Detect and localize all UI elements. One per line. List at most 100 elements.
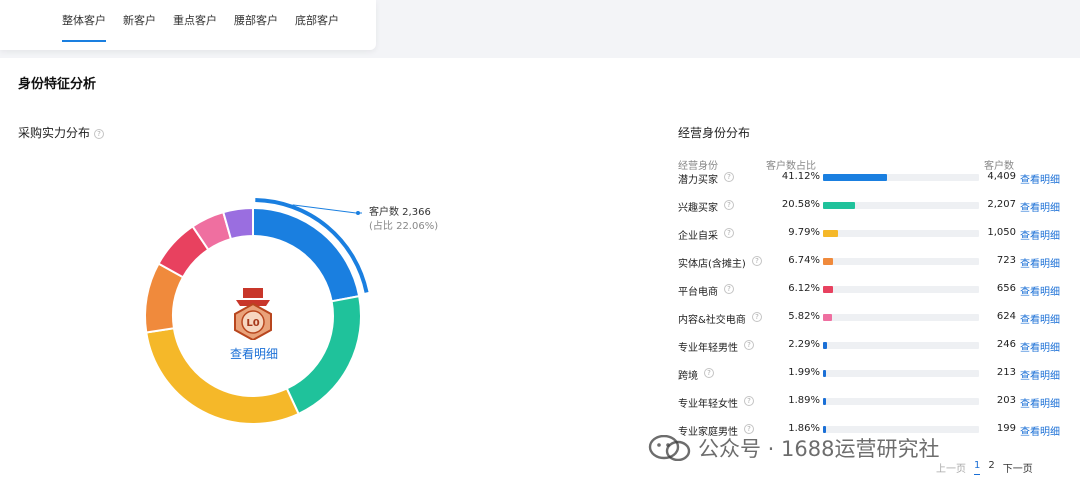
row-count: 4,409 <box>987 171 1016 182</box>
table-row: 内容&社交电商 5.82% 624 查看明细? <box>678 311 1073 339</box>
row-share: 6.12% <box>788 283 820 294</box>
row-share-fill <box>823 230 839 237</box>
help-icon[interactable]: ? <box>724 284 734 294</box>
row-detail-link[interactable]: 查看明细 <box>1020 423 1060 438</box>
help-icon[interactable]: ? <box>752 312 762 322</box>
pagination: 上一页 1 2 下一页 <box>936 460 1033 475</box>
row-count: 2,207 <box>987 199 1016 210</box>
header-share: 客户数占比 <box>766 161 816 172</box>
row-detail-link[interactable]: 查看明细 <box>1020 367 1060 382</box>
table-body: 潜力买家 41.12% 4,409 查看明细? 兴趣买家 20.58% 2,207 查看明细?… <box>678 171 1073 451</box>
identity-table: 经营身份 客户数占比 客户数 潜力买家 41.12% 4,409 查看明细? 兴趣买家 2… <box>678 157 1073 451</box>
tab-list: 整体客户 新客户 重点客户 腰部客户 底部客户 <box>0 0 376 50</box>
row-count: 203 <box>996 395 1016 406</box>
row-share: 1.89% <box>788 395 820 406</box>
row-share-fill <box>823 398 826 405</box>
row-detail-link[interactable]: 查看明细 <box>1020 311 1060 326</box>
watermark: 公众号 · 1688运营研究社 <box>648 433 939 463</box>
help-icon[interactable]: ? <box>724 172 734 182</box>
help-icon[interactable]: ? <box>704 368 714 378</box>
row-share-fill <box>823 286 833 293</box>
row-detail-link[interactable]: 查看明细 <box>1020 199 1060 214</box>
row-count: 199 <box>996 423 1016 434</box>
callout-count: 客户数 2,366 <box>369 207 431 218</box>
table-header: 经营身份 客户数占比 客户数 <box>678 157 1073 172</box>
level-medal-icon: L0 <box>234 288 272 340</box>
help-icon[interactable]: ? <box>724 228 734 238</box>
row-share-bar <box>823 258 979 265</box>
row-detail-link[interactable]: 查看明细 <box>1020 395 1060 410</box>
page-1-button[interactable]: 1 <box>974 460 981 475</box>
row-count: 723 <box>996 255 1016 266</box>
row-share: 9.79% <box>788 227 820 238</box>
purchase-power-donut[interactable] <box>0 58 560 494</box>
row-share-bar <box>823 342 979 349</box>
row-detail-link[interactable]: 查看明细 <box>1020 227 1060 242</box>
customer-tab-bar: 整体客户 新客户 重点客户 腰部客户 底部客户 <box>0 0 376 50</box>
donut-slice-1 <box>285 294 362 416</box>
row-share: 1.99% <box>788 367 820 378</box>
identity-panel: 身份特征分析 采购实力分布? 客户数 2,366 (占比 22.06%) L0 … <box>0 58 1080 494</box>
tab-0[interactable]: 整体客户 <box>62 0 106 50</box>
row-share-bar <box>823 174 979 181</box>
row-share-bar <box>823 370 979 377</box>
business-identity-title: 经营身份分布 <box>678 126 751 140</box>
table-row: 专业年轻女性 1.89% 203 查看明细? <box>678 395 1073 423</box>
row-detail-link[interactable]: 查看明细 <box>1020 171 1060 186</box>
row-share-fill <box>823 258 834 265</box>
row-identity: 专业年轻男性 <box>678 343 738 354</box>
row-share-bar <box>823 426 979 433</box>
row-identity: 兴趣买家 <box>678 203 718 214</box>
help-icon[interactable]: ? <box>744 340 754 350</box>
row-share-fill <box>823 174 887 181</box>
row-detail-link[interactable]: 查看明细 <box>1020 255 1060 270</box>
next-page-button[interactable]: 下一页 <box>1003 460 1033 475</box>
center-detail-link[interactable]: 查看明细 <box>211 345 297 362</box>
table-row: 潜力买家 41.12% 4,409 查看明细? <box>678 171 1073 199</box>
help-icon[interactable]: ? <box>744 396 754 406</box>
row-count: 1,050 <box>987 227 1016 238</box>
row-detail-link[interactable]: 查看明细 <box>1020 339 1060 354</box>
table-row: 兴趣买家 20.58% 2,207 查看明细? <box>678 199 1073 227</box>
row-count: 213 <box>996 367 1016 378</box>
row-count: 656 <box>996 283 1016 294</box>
header-identity: 经营身份 <box>678 161 718 172</box>
row-share: 5.82% <box>788 311 820 322</box>
row-share: 6.74% <box>788 255 820 266</box>
row-share-bar <box>823 398 979 405</box>
tab-1[interactable]: 新客户 <box>123 0 156 50</box>
row-share-fill <box>823 202 856 209</box>
row-identity: 平台电商 <box>678 287 718 298</box>
tab-4[interactable]: 底部客户 <box>295 0 339 50</box>
row-share-bar <box>823 202 979 209</box>
row-detail-link[interactable]: 查看明细 <box>1020 283 1060 298</box>
help-icon[interactable]: ? <box>724 200 734 210</box>
tab-3[interactable]: 腰部客户 <box>234 0 278 50</box>
row-share: 2.29% <box>788 339 820 350</box>
table-row: 专业年轻男性 2.29% 246 查看明细? <box>678 339 1073 367</box>
row-share-bar <box>823 314 979 321</box>
row-share-fill <box>823 342 827 349</box>
row-identity: 潜力买家 <box>678 175 718 186</box>
table-row: 跨境 1.99% 213 查看明细? <box>678 367 1073 395</box>
prev-page-button[interactable]: 上一页 <box>936 460 966 475</box>
table-row: 实体店(含摊主) 6.74% 723 查看明细? <box>678 255 1073 283</box>
row-identity: 专业年轻女性 <box>678 399 738 410</box>
row-share-fill <box>823 370 827 377</box>
row-identity: 跨境 <box>678 371 698 382</box>
row-identity: 实体店(含摊主) <box>678 259 746 270</box>
page-2-button[interactable]: 2 <box>988 460 994 475</box>
row-share: 41.12% <box>781 171 820 182</box>
table-row: 平台电商 6.12% 656 查看明细? <box>678 283 1073 311</box>
help-icon[interactable]: ? <box>752 256 762 266</box>
donut-callout: 客户数 2,366 (占比 22.06%) <box>369 206 438 234</box>
row-share: 20.58% <box>781 199 820 210</box>
tab-2[interactable]: 重点客户 <box>173 0 217 50</box>
row-share-fill <box>823 314 833 321</box>
row-identity: 企业自采 <box>678 231 718 242</box>
callout-dot <box>356 211 360 215</box>
row-share-bar <box>823 230 979 237</box>
wechat-icon <box>648 435 691 461</box>
row-count: 624 <box>996 311 1016 322</box>
watermark-text: 公众号 · 1688运营研究社 <box>698 437 940 461</box>
